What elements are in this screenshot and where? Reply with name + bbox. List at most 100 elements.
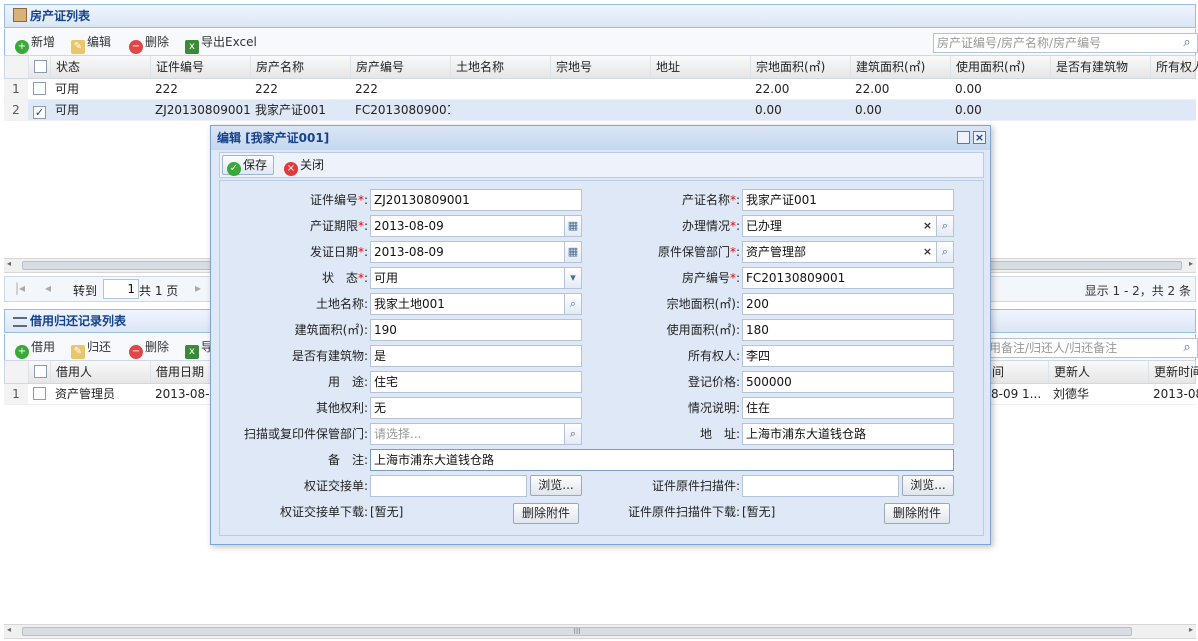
calendar-icon[interactable]: ▦ (564, 216, 581, 236)
row-checkbox[interactable] (28, 384, 50, 404)
other-rights-field[interactable]: 无 (370, 397, 582, 419)
export-excel-button[interactable]: x 导出Excel (185, 33, 257, 54)
handover-file-field[interactable] (370, 475, 527, 497)
owner-field[interactable]: 李四 (742, 345, 954, 367)
column-header[interactable]: 房产编号 (351, 56, 451, 78)
reg-price-field[interactable]: 500000 (742, 371, 954, 393)
house-cert-list-title: 房产证列表 (30, 9, 91, 23)
column-header[interactable]: 宗地号 (551, 56, 651, 78)
certificate-icon (13, 8, 27, 22)
close-icon[interactable]: × (973, 131, 986, 144)
handover-download-label: 权证交接单下载: (279, 505, 368, 519)
column-header[interactable]: 借用人 (51, 361, 151, 383)
orig-scan-download-value: [暂无] (742, 505, 776, 519)
edit-button[interactable]: ✎ 编辑 (71, 33, 111, 54)
column-header[interactable]: 土地名称 (451, 56, 551, 78)
search-icon[interactable]: ⌕ (564, 294, 581, 314)
column-header[interactable]: 地址 (651, 56, 751, 78)
handling-field[interactable]: 已办理 × ⌕ (742, 215, 954, 237)
page-number-input[interactable]: 1 (103, 279, 139, 299)
select-all-checkbox[interactable] (29, 361, 51, 383)
scroll-right-arrow-icon[interactable]: ▸ (1189, 625, 1193, 634)
column-header[interactable]: 是否有建筑物 (1051, 56, 1151, 78)
house-cert-search-input[interactable]: 房产证编号/房产名称/房产编号 ⌕ (933, 33, 1198, 53)
search-icon[interactable]: ⌕ (564, 424, 581, 444)
issue-date-field[interactable]: 2013-08-09 ▦ (370, 241, 582, 263)
column-header[interactable]: 证件编号 (151, 56, 251, 78)
delete-button[interactable]: − 删除 (129, 33, 169, 54)
situation-field[interactable]: 住在 (742, 397, 954, 419)
handover-delete-attachment-button[interactable]: 删除附件 (513, 503, 579, 524)
handover-browse-button[interactable]: 浏览... (530, 475, 582, 496)
cert-term-label: 产证期限*: (309, 219, 368, 233)
has-building-label: 是否有建筑物: (291, 349, 368, 363)
row-checkbox-checked[interactable]: ✓ (28, 100, 50, 120)
other-rights-label: 其他权利: (315, 401, 368, 415)
address-field[interactable]: 上海市浦东大道钱仓路 (742, 423, 954, 445)
add-button[interactable]: + 新增 (15, 33, 55, 54)
calendar-icon[interactable]: ▦ (564, 242, 581, 262)
property-no-field[interactable]: FC20130809001 (742, 267, 954, 289)
clear-icon[interactable]: × (919, 242, 936, 262)
prev-page-icon[interactable]: ◂ (45, 281, 51, 295)
land-name-label: 土地名称: (315, 297, 368, 311)
column-header[interactable]: 所有权人 (1151, 56, 1198, 78)
orig-scan-browse-button[interactable]: 浏览... (902, 475, 954, 496)
borrow-button[interactable]: + 借用 (15, 338, 55, 359)
orig-scan-file-field[interactable] (742, 475, 899, 497)
usage-field[interactable]: 住宅 (370, 371, 582, 393)
column-header[interactable]: 更新人 (1049, 361, 1149, 383)
search-icon[interactable]: ⌕ (1179, 340, 1195, 356)
borrow-export-button[interactable]: x导 (185, 338, 213, 359)
return-button[interactable]: ✎ 归还 (71, 338, 111, 359)
excel-icon: x (185, 345, 199, 359)
dialog-titlebar[interactable]: 编辑 [我家产证001] × (211, 126, 990, 150)
chevron-down-icon[interactable]: ▾ (564, 268, 581, 288)
first-page-icon[interactable]: |◂ (15, 281, 25, 295)
custody-dept-field[interactable]: 资产管理部 × ⌕ (742, 241, 954, 263)
scroll-left-arrow-icon[interactable]: ◂ (7, 259, 11, 268)
column-header[interactable]: 宗地面积(㎡) (751, 56, 851, 78)
status-select[interactable]: 可用 ▾ (370, 267, 582, 289)
scrollbar-thumb[interactable]: III (22, 627, 1132, 636)
table-row[interactable]: 1 可用 222 222 222 22.00 22.00 0.00 (4, 79, 1196, 100)
remark-field[interactable]: 上海市浦东大道钱仓路 (370, 449, 954, 471)
usable-area-field[interactable]: 180 (742, 319, 954, 341)
scan-dept-label: 扫描或复印件保管部门: (243, 427, 368, 441)
bottom-grid-horizontal-scrollbar[interactable]: ◂ III ▸ (4, 624, 1196, 639)
search-icon[interactable]: ⌕ (1179, 35, 1195, 51)
column-header[interactable]: 建筑面积(㎡) (851, 56, 951, 78)
column-header[interactable]: 更新时间 (1149, 361, 1198, 383)
column-header[interactable]: 借用日期 (151, 361, 211, 383)
building-area-field[interactable]: 190 (370, 319, 582, 341)
row-checkbox[interactable] (28, 79, 50, 99)
usage-label: 用 途: (327, 375, 368, 389)
borrow-search-input[interactable]: 用备注/归还人/归还备注 ⌕ (985, 338, 1198, 358)
select-all-checkbox[interactable] (29, 56, 51, 78)
check-icon: ✓ (33, 106, 46, 119)
borrow-delete-button[interactable]: − 删除 (129, 338, 169, 359)
cert-term-date-field[interactable]: 2013-08-09 ▦ (370, 215, 582, 237)
save-button[interactable]: ✓ 保存 (222, 155, 275, 176)
column-header[interactable]: 使用面积(㎡) (951, 56, 1051, 78)
column-header[interactable]: 房产名称 (251, 56, 351, 78)
table-row-selected[interactable]: 2 ✓ 可用 ZJ20130809001 我家产证001 FC201308090… (4, 100, 1196, 121)
cert-no-field[interactable]: ZJ20130809001 (370, 189, 582, 211)
close-button[interactable]: × 关闭 (284, 155, 324, 176)
parcel-area-field[interactable]: 200 (742, 293, 954, 315)
column-header[interactable]: 间 (987, 361, 1049, 383)
scroll-right-arrow-icon[interactable]: ▸ (1189, 259, 1193, 268)
cert-name-field[interactable]: 我家产证001 (742, 189, 954, 211)
maximize-icon[interactable] (957, 131, 970, 144)
orig-scan-download-label: 证件原件扫描件下载: (627, 505, 740, 519)
has-building-field[interactable]: 是 (370, 345, 582, 367)
scroll-left-arrow-icon[interactable]: ◂ (7, 625, 11, 634)
land-name-field[interactable]: 我家土地001 ⌕ (370, 293, 582, 315)
orig-scan-delete-attachment-button[interactable]: 删除附件 (884, 503, 950, 524)
scan-dept-field[interactable]: 请选择... ⌕ (370, 423, 582, 445)
search-icon[interactable]: ⌕ (936, 216, 953, 236)
search-icon[interactable]: ⌕ (936, 242, 953, 262)
column-header[interactable]: 状态 (51, 56, 151, 78)
clear-icon[interactable]: × (919, 216, 936, 236)
next-page-icon[interactable]: ▸ (195, 281, 201, 295)
